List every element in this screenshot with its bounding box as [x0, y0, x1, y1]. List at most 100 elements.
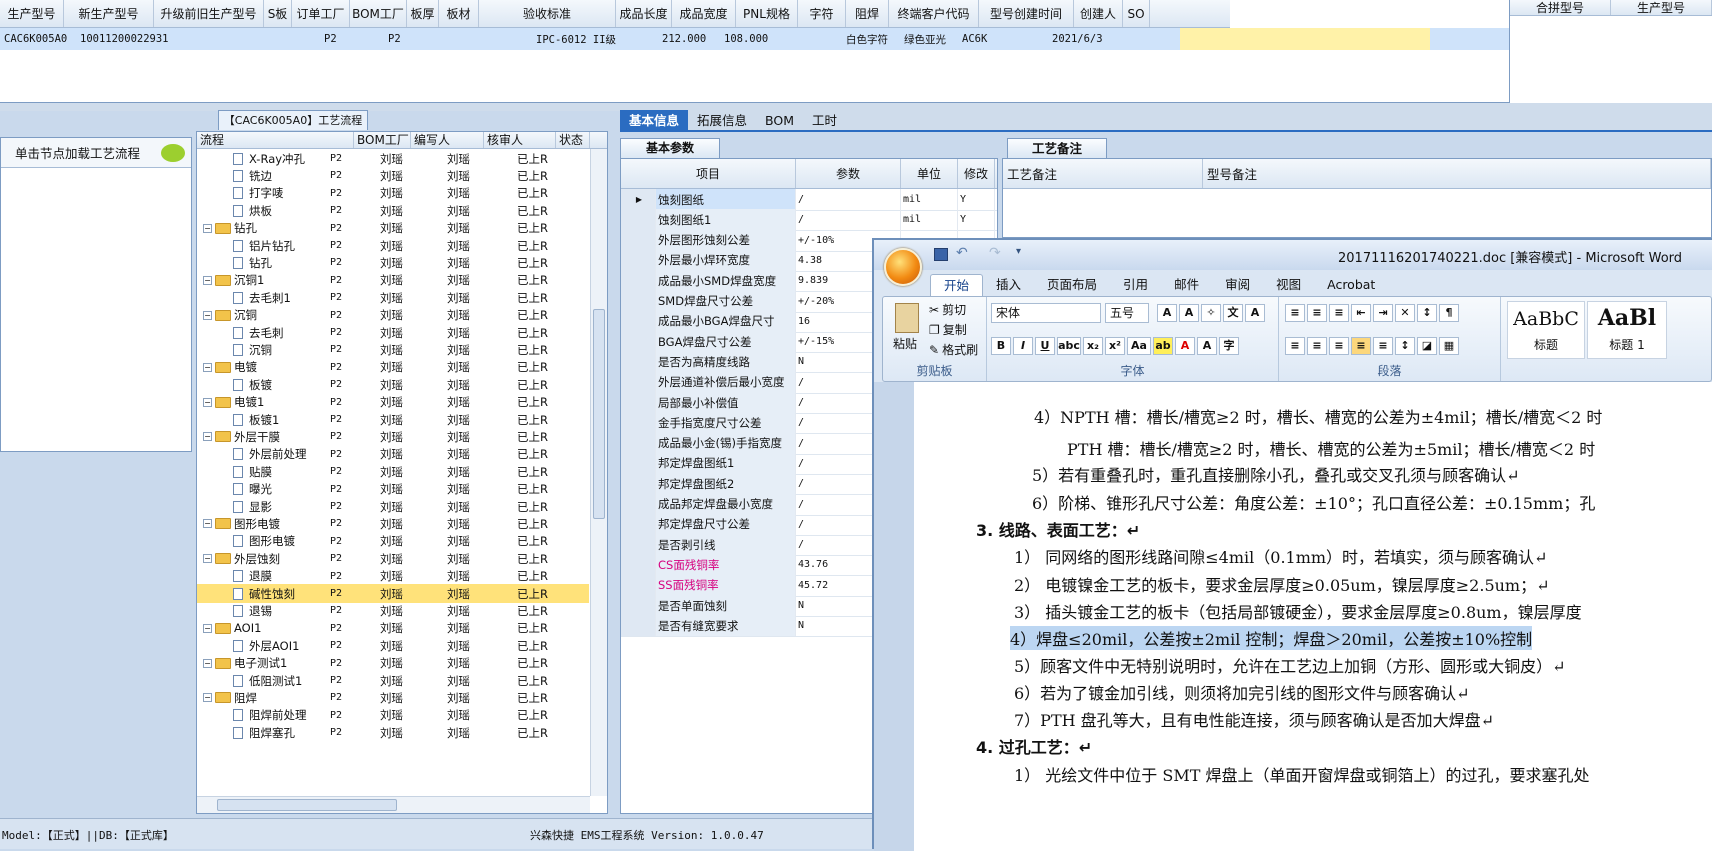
- row-indicator[interactable]: [621, 310, 656, 332]
- col-header[interactable]: 板厚: [407, 0, 439, 27]
- col-header[interactable]: 字符: [798, 0, 846, 27]
- param-flag[interactable]: Y: [958, 189, 995, 210]
- param-name[interactable]: 是否有缝宽要求: [656, 615, 796, 637]
- tree-row[interactable]: − 电镀 P2 刘瑶 刘瑶 已上R: [197, 358, 589, 377]
- row-indicator[interactable]: [621, 534, 656, 556]
- row-indicator[interactable]: [621, 290, 656, 312]
- undo-icon[interactable]: ↶: [956, 245, 968, 261]
- row-indicator[interactable]: [621, 452, 656, 474]
- tree-row[interactable]: 去毛刺1 P2 刘瑶 刘瑶 已上R: [197, 288, 589, 307]
- collapse-toggle-icon[interactable]: −: [203, 223, 212, 233]
- param-row[interactable]: 蚀刻图纸1/mil Y: [621, 209, 997, 232]
- quick-access-dropdown-icon[interactable]: ▾: [1016, 246, 1021, 257]
- col-header[interactable]: 升级前旧生产型号: [154, 0, 264, 27]
- col-header[interactable]: 流程: [197, 132, 354, 148]
- tab-basic-params[interactable]: 基本参数: [620, 138, 720, 158]
- param-name[interactable]: CS面残铜率: [656, 554, 796, 576]
- param-value[interactable]: /: [796, 209, 901, 231]
- col-header[interactable]: 合拼型号: [1510, 0, 1611, 15]
- row-indicator[interactable]: [621, 513, 656, 535]
- param-name[interactable]: 成品最小BGA焊盘尺寸: [656, 310, 796, 332]
- row-indicator[interactable]: [621, 574, 656, 596]
- param-name[interactable]: 是否剥引线: [656, 534, 796, 556]
- row-indicator[interactable]: [621, 615, 656, 637]
- tree-row[interactable]: 板镀 P2 刘瑶 刘瑶 已上R: [197, 375, 589, 394]
- tree-row[interactable]: 曝光 P2 刘瑶 刘瑶 已上R: [197, 480, 589, 499]
- cell-new-model[interactable]: 10011200022931: [76, 28, 320, 50]
- col-header[interactable]: 板材: [439, 0, 479, 27]
- tab-hours[interactable]: 工时: [803, 110, 846, 130]
- row-indicator[interactable]: [621, 432, 656, 454]
- tab-mailings[interactable]: 邮件: [1161, 274, 1212, 296]
- param-unit[interactable]: mil: [901, 209, 958, 231]
- row-indicator[interactable]: [621, 473, 656, 495]
- col-header[interactable]: SO: [1123, 0, 1150, 27]
- tab-review[interactable]: 审阅: [1212, 274, 1263, 296]
- tab-extended-info[interactable]: 拓展信息: [688, 110, 756, 130]
- row-indicator[interactable]: [621, 249, 656, 271]
- tab-process-notes[interactable]: 工艺备注: [1007, 138, 1107, 158]
- style-heading1[interactable]: AaBl 标题 1: [1587, 301, 1667, 359]
- tree-row[interactable]: 铝片钻孔 P2 刘瑶 刘瑶 已上R: [197, 236, 589, 255]
- col-header[interactable]: 成品宽度: [672, 0, 736, 27]
- tree-row[interactable]: 外层前处理 P2 刘瑶 刘瑶 已上R: [197, 445, 589, 464]
- tree-row[interactable]: 退锡 P2 刘瑶 刘瑶 已上R: [197, 601, 589, 620]
- cell-width[interactable]: 108.000: [720, 28, 842, 50]
- param-value[interactable]: /: [796, 189, 901, 210]
- col-header[interactable]: 成品长度: [616, 0, 672, 27]
- tree-row[interactable]: − 图形电镀 P2 刘瑶 刘瑶 已上R: [197, 514, 589, 533]
- tree-row[interactable]: 打字唛 P2 刘瑶 刘瑶 已上R: [197, 184, 589, 203]
- cut-button[interactable]: ✂ 剪切: [929, 301, 966, 318]
- col-header[interactable]: BOM工厂: [350, 0, 407, 27]
- col-header[interactable]: PNL规格: [736, 0, 798, 27]
- tree-row[interactable]: − AOI1 P2 刘瑶 刘瑶 已上R: [197, 619, 589, 638]
- tab-view[interactable]: 视图: [1263, 274, 1314, 296]
- cell-char[interactable]: 白色字符: [842, 28, 900, 50]
- copy-button[interactable]: ❐ 复制: [929, 321, 967, 338]
- tree-row[interactable]: 沉铜 P2 刘瑶 刘瑶 已上R: [197, 340, 589, 359]
- col-header[interactable]: 新生产型号: [64, 0, 154, 27]
- col-header[interactable]: 终端客户代码: [889, 0, 979, 27]
- tree-row[interactable]: 碱性蚀刻 P2 刘瑶 刘瑶 已上R: [197, 584, 589, 603]
- document-body[interactable]: 4）NPTH 槽：槽长/槽宽≥2 时，槽长、槽宽的公差为±4mil；槽长/槽宽＜…: [914, 382, 1712, 851]
- param-name[interactable]: 蚀刻图纸: [656, 189, 796, 210]
- col-header[interactable]: 型号备注: [1203, 159, 1711, 188]
- tree-row[interactable]: − 沉铜 P2 刘瑶 刘瑶 已上R: [197, 306, 589, 325]
- row-indicator[interactable]: [621, 270, 656, 292]
- font-size-buttons[interactable]: A A ✧ 文 A: [1157, 304, 1267, 322]
- collapse-toggle-icon[interactable]: −: [203, 693, 212, 703]
- speech-bubble-icon[interactable]: [161, 144, 185, 162]
- row-indicator[interactable]: ▶: [621, 189, 656, 210]
- tree-row[interactable]: 阻焊前处理 P2 刘瑶 刘瑶 已上R: [197, 706, 589, 725]
- tree-row[interactable]: 去毛刺 P2 刘瑶 刘瑶 已上R: [197, 323, 589, 342]
- tab-bom[interactable]: BOM: [756, 110, 803, 130]
- param-name[interactable]: 是否为高精度线路: [656, 351, 796, 373]
- row-indicator[interactable]: [621, 209, 656, 231]
- row-indicator[interactable]: [621, 229, 656, 251]
- font-name-select[interactable]: 宋体: [991, 303, 1101, 323]
- param-name[interactable]: 金手指宽度尺寸公差: [656, 412, 796, 434]
- collapse-toggle-icon[interactable]: −: [203, 275, 212, 285]
- tree-row[interactable]: 退膜 P2 刘瑶 刘瑶 已上R: [197, 567, 589, 586]
- redo-icon[interactable]: ↷: [989, 245, 1001, 261]
- tree-row[interactable]: 贴膜 P2 刘瑶 刘瑶 已上R: [197, 462, 589, 481]
- collapse-toggle-icon[interactable]: −: [203, 554, 212, 564]
- param-name[interactable]: BGA焊盘尺寸公差: [656, 331, 796, 353]
- save-icon[interactable]: [934, 248, 948, 261]
- collapse-toggle-icon[interactable]: −: [203, 310, 212, 320]
- col-header[interactable]: 状态: [556, 132, 590, 148]
- tab-insert[interactable]: 插入: [983, 274, 1034, 296]
- tree-row[interactable]: 板镀1 P2 刘瑶 刘瑶 已上R: [197, 410, 589, 429]
- load-flow-hint[interactable]: 单击节点加载工艺流程: [15, 143, 140, 162]
- col-header[interactable]: 修改: [958, 159, 995, 188]
- cell-created[interactable]: 2021/6/3: [1048, 28, 1130, 50]
- align-buttons[interactable]: ≡ ≡ ≡ ≡ ≡ ↕ ◪ ▦: [1285, 337, 1461, 355]
- format-painter-button[interactable]: ✎ 格式刷: [929, 341, 978, 358]
- col-header[interactable]: 工艺备注: [1003, 159, 1203, 188]
- row-indicator[interactable]: [621, 412, 656, 434]
- tab-basic-info[interactable]: 基本信息: [620, 110, 689, 130]
- tree-row[interactable]: − 阻焊 P2 刘瑶 刘瑶 已上R: [197, 688, 589, 707]
- collapse-toggle-icon[interactable]: −: [203, 623, 212, 633]
- cell-order-factory[interactable]: P2: [320, 28, 384, 50]
- font-style-buttons[interactable]: B I Uabc x₂ x² Aa ab A A 字: [991, 337, 1241, 355]
